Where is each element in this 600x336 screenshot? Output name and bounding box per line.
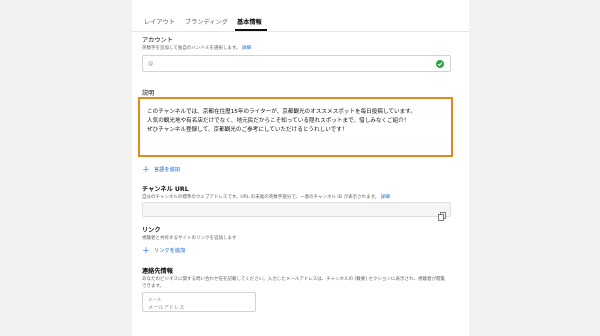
tabs-divider (132, 31, 469, 32)
add-link-button[interactable]: ＋ リンクを追加 (142, 244, 185, 255)
account-label: アカウント (142, 37, 173, 44)
plus-icon: ＋ (142, 246, 150, 255)
email-field[interactable]: メール メールアドレス (142, 292, 256, 312)
description-textarea[interactable]: このチャンネルでは、京都在住歴15年のライターが、京都観光のオススメスポットを毎… (138, 97, 453, 157)
tab-bar: レイアウト ブランディング 基本情報 (132, 0, 469, 34)
account-help: 英数字を追加して独自のハンドルを選択します。 詳細 (142, 45, 251, 51)
settings-panel: レイアウト ブランディング 基本情報 アカウント 英数字を追加して独自のハンドル… (132, 0, 469, 336)
contact-label: 連絡先情報 (142, 268, 173, 275)
tab-layout[interactable]: レイアウト (144, 17, 175, 26)
copy-icon[interactable] (438, 206, 446, 221)
channel-url-help-link[interactable]: 詳細 (381, 195, 390, 200)
channel-url-label: チャンネル URL (142, 186, 189, 193)
email-field-label: メール (148, 298, 162, 303)
description-line-3: ぜひチャンネル登録して、京都観光のご参考にしていただけるとうれしいです！ (147, 127, 348, 133)
contact-help-line-2: できます。 (142, 284, 165, 289)
handle-input[interactable]: @ (142, 55, 451, 72)
contact-help-line-1: あなたのビジネスに関する問い合わせ先を記載してください。入力したメールアドレスは… (142, 277, 446, 282)
check-circle-icon (436, 60, 444, 68)
email-placeholder: メールアドレス (148, 305, 185, 311)
description-line-1: このチャンネルでは、京都在住歴15年のライターが、京都観光のオススメスポットを毎… (147, 109, 416, 115)
channel-url-field (142, 202, 451, 221)
tab-basic-info[interactable]: 基本情報 (237, 17, 262, 26)
account-help-text: 英数字を追加して独自のハンドルを選択します。 (142, 46, 241, 51)
links-help: 視聴者と共有するサイトのリンクを追加します (142, 236, 237, 241)
account-help-link[interactable]: 詳細 (242, 46, 251, 51)
add-language-link[interactable]: ＋ 言語を追加 (142, 163, 180, 174)
description-line-2: 人気の観光地や有名店だけでなく、地元民だからこそ知っている隠れスポットまで、惜し… (147, 118, 410, 124)
description-label: 説明 (142, 90, 155, 97)
links-label: リンク (142, 227, 161, 234)
add-link-label: リンクを追加 (154, 248, 186, 254)
plus-icon: ＋ (142, 165, 150, 174)
channel-url-help: 自分のチャンネルの標準のウェブアドレスです。URL の末尾の英数字部分で、一意の… (142, 194, 390, 200)
handle-value: @ (148, 61, 154, 67)
tab-branding[interactable]: ブランディング (185, 17, 228, 26)
channel-url-help-text: 自分のチャンネルの標準のウェブアドレスです。URL の末尾の英数字部分で、一意の… (142, 195, 380, 200)
add-language-label: 言語を追加 (154, 167, 180, 173)
